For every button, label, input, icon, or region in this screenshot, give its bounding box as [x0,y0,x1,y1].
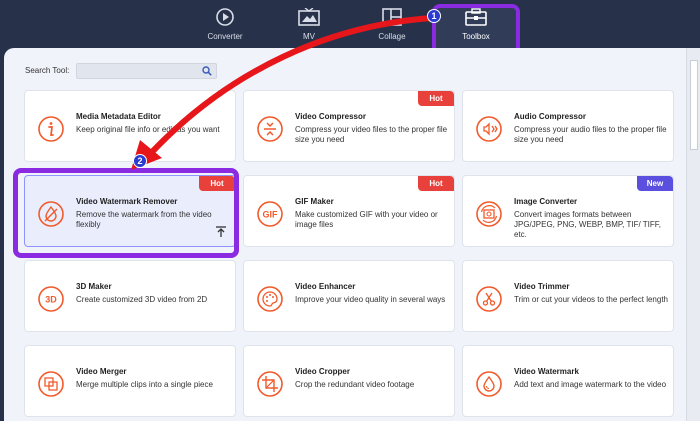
tool-title: Video Enhancer [295,282,356,291]
tool-title: Audio Compressor [514,112,587,121]
search-input[interactable] [80,65,198,77]
tool-card-video-enhancer[interactable]: Video Enhancer Improve your video qualit… [243,260,455,332]
tool-title: Video Watermark [514,367,579,376]
tool-title: Media Metadata Editor [76,112,161,121]
selection-highlight-frame [13,168,239,258]
tab-mv-label: MV [303,32,315,41]
tool-card-3d-maker[interactable]: 3D 3D Maker Create customized 3D video f… [24,260,236,332]
mv-icon [298,6,320,28]
tool-title: GIF Maker [295,197,334,206]
crop-icon [257,371,283,397]
tool-card-video-cropper[interactable]: Video Cropper Crop the redundant video f… [243,345,455,417]
merge-icon [38,371,64,397]
tool-title: Video Compressor [295,112,366,121]
tool-description: Convert images formats between JPG/JPEG,… [514,210,661,239]
tool-description: Merge multiple clips into a single piece [76,380,213,389]
converter-icon [214,6,236,28]
audio-compress-icon [476,116,502,142]
droplet-icon [476,371,502,397]
tool-card-video-watermark[interactable]: Video Watermark Add text and image water… [462,345,674,417]
tool-card-media-metadata-editor[interactable]: Media Metadata Editor Keep original file… [24,90,236,162]
tool-description: Improve your video quality in several wa… [295,295,446,304]
hot-badge: Hot [418,91,454,106]
palette-icon [257,286,283,312]
image-convert-icon [476,201,502,227]
info-icon [38,116,64,142]
tab-toolbox-label: Toolbox [462,32,490,41]
3d-icon: 3D [38,286,64,312]
step-badge-2: 2 [133,154,147,168]
collage-icon [381,6,403,28]
tab-converter[interactable]: Converter [185,3,265,45]
tab-collage-label: Collage [378,32,406,41]
tab-converter-label: Converter [207,32,243,41]
tool-title: Image Converter [514,197,578,206]
toolbox-icon [465,6,487,28]
tool-card-audio-compressor[interactable]: Audio Compressor Compress your audio fil… [462,90,674,162]
tool-title: Video Trimmer [514,282,570,291]
tool-title: Video Merger [76,367,127,376]
hot-badge: Hot [418,176,454,191]
tool-card-gif-maker[interactable]: GIF GIF Maker Make customized GIF with y… [243,175,455,247]
search-label: Search Tool: [25,66,70,75]
tool-card-video-compressor[interactable]: Video Compressor Compress your video fil… [243,90,455,162]
scissors-icon [476,286,502,312]
search-icon[interactable] [202,66,212,76]
gif-icon: GIF [257,201,283,227]
tool-description: Make customized GIF with your video or i… [295,210,438,229]
tool-card-video-merger[interactable]: Video Merger Merge multiple clips into a… [24,345,236,417]
compress-icon [257,116,283,142]
tool-description: Crop the redundant video footage [295,380,415,389]
tool-description: Compress your audio files to the proper … [514,125,667,144]
tool-card-video-trimmer[interactable]: Video Trimmer Trim or cut your videos to… [462,260,674,332]
tab-toolbox[interactable]: Toolbox [436,3,516,45]
tab-mv[interactable]: MV [269,3,349,45]
gif-icon-text: GIF [263,210,279,220]
tool-title: 3D Maker [76,282,112,291]
step-badge-1: 1 [427,9,441,23]
new-badge: New [637,176,673,191]
tool-description: Create customized 3D video from 2D [76,295,208,304]
tab-collage[interactable]: Collage [352,3,432,45]
tool-title: Video Cropper [295,367,350,376]
tool-description: Keep original file info or edit as you w… [76,125,220,134]
search-field[interactable] [76,63,217,79]
top-navigation: Converter MV Collage Toolbox [0,0,700,61]
3d-icon-text: 3D [45,295,57,305]
vertical-scrollbar[interactable] [686,48,700,421]
tool-description: Add text and image watermark to the vide… [514,380,667,389]
tool-description: Trim or cut your videos to the perfect l… [514,295,668,304]
tool-description: Compress your video files to the proper … [295,125,448,144]
scrollbar-thumb[interactable] [690,60,698,150]
tool-card-image-converter[interactable]: Image Converter Convert images formats b… [462,175,674,247]
